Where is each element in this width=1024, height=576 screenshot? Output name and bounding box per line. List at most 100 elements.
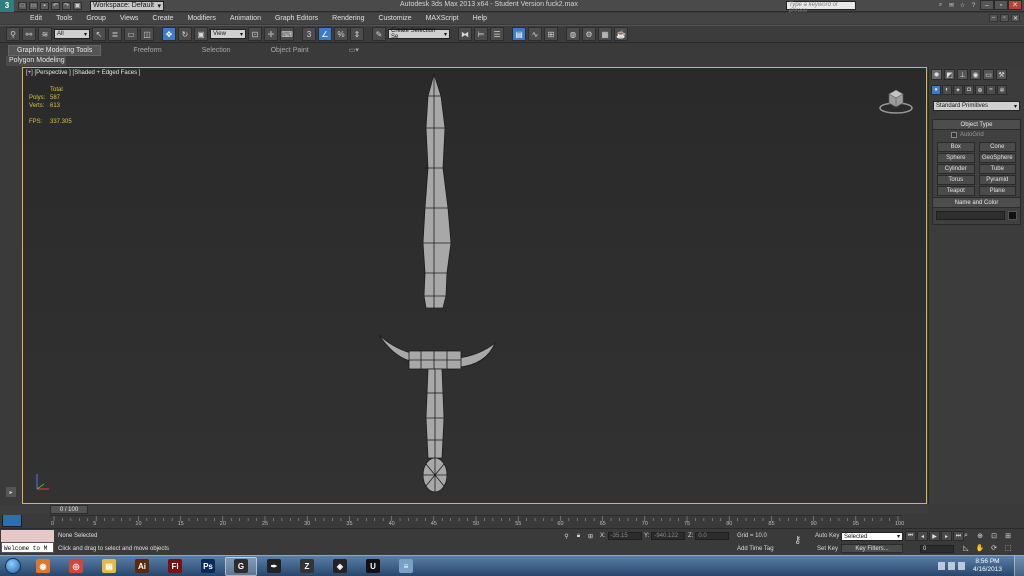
angle-snap-icon[interactable]: ∠ xyxy=(318,27,332,41)
help-icon[interactable]: ? xyxy=(969,1,978,10)
utilities-tab-icon[interactable]: ⚒ xyxy=(996,69,1007,80)
maximize-viewport-icon[interactable]: ⬚ xyxy=(1002,543,1014,553)
search-input[interactable]: Type a keyword or phrase xyxy=(786,1,856,14)
sword-model[interactable] xyxy=(23,68,927,504)
orbit-icon[interactable]: ⟳ xyxy=(988,543,1000,553)
undo-icon[interactable]: ↶ xyxy=(51,1,60,10)
tube-button[interactable]: Tube xyxy=(978,164,1016,174)
network-icon[interactable] xyxy=(948,562,955,570)
taskbar-app-button[interactable]: ≡ xyxy=(390,557,422,576)
sphere-button[interactable]: Sphere xyxy=(937,153,975,163)
pyramid-button[interactable]: Pyramid xyxy=(978,175,1016,185)
zoom-extents-all-icon[interactable]: ⊞ xyxy=(1002,531,1014,541)
unlink-icon[interactable]: ⚯ xyxy=(22,27,36,41)
named-selection-sets-dropdown[interactable]: Create Selection Se ▾ xyxy=(388,28,450,40)
menu-graph-editors[interactable]: Graph Editors xyxy=(275,15,318,22)
absolute-mode-icon[interactable]: ⊞ xyxy=(586,532,595,541)
key-filters-button[interactable]: Key Filters... xyxy=(841,544,903,553)
menu-views[interactable]: Views xyxy=(120,15,139,22)
hierarchy-tab-icon[interactable]: ⊥ xyxy=(957,69,968,80)
taskbar-app-button[interactable]: Z xyxy=(291,557,323,576)
taskbar-app-button[interactable]: G xyxy=(225,556,257,576)
cameras-icon[interactable]: ◘ xyxy=(964,85,974,95)
taskbar-app-button[interactable]: ◉ xyxy=(27,557,59,576)
doc-close-icon[interactable]: ✕ xyxy=(1011,14,1020,22)
key-icon[interactable]: ⚷ xyxy=(794,535,810,547)
select-object-icon[interactable]: ↖ xyxy=(92,27,106,41)
isolate-selection-icon[interactable]: ⚲ xyxy=(562,532,571,541)
taskbar-app-button[interactable]: ✒ xyxy=(258,557,290,576)
keyboard-shortcut-override-icon[interactable]: ⌨ xyxy=(280,27,294,41)
taskbar-app-button[interactable]: ◎ xyxy=(60,557,92,576)
menu-rendering[interactable]: Rendering xyxy=(332,15,364,22)
show-desktop-button[interactable] xyxy=(1014,556,1024,576)
minimize-icon[interactable]: – xyxy=(980,0,994,10)
doc-restore-icon[interactable]: ▫ xyxy=(1000,14,1009,22)
tab-graphite-modeling-tools[interactable]: Graphite Modeling Tools xyxy=(8,44,102,56)
motion-tab-icon[interactable]: ◉ xyxy=(970,69,981,80)
pivot-center-icon[interactable]: ⊡ xyxy=(248,27,262,41)
rendered-frame-window-icon[interactable]: ▦ xyxy=(598,27,612,41)
systems-icon[interactable]: ✲ xyxy=(997,85,1007,95)
open-file-icon[interactable]: ▭ xyxy=(29,1,38,10)
viewport-label-menu[interactable]: [+] [Perspective ] [Shaded + Edged Faces… xyxy=(26,70,140,76)
autogrid-checkbox[interactable] xyxy=(951,132,957,138)
spinner-snap-icon[interactable]: ⇕ xyxy=(350,27,364,41)
modify-tab-icon[interactable]: ◩ xyxy=(944,69,955,80)
menu-help[interactable]: Help xyxy=(473,15,487,22)
viewcube-icon[interactable] xyxy=(878,86,914,116)
curve-editor-icon[interactable]: ∿ xyxy=(528,27,542,41)
object-color-swatch[interactable] xyxy=(1008,211,1017,220)
bind-space-warp-icon[interactable]: ≋ xyxy=(38,27,52,41)
cylinder-button[interactable]: Cylinder xyxy=(937,164,975,174)
z-field[interactable]: 0.0 xyxy=(695,532,730,540)
name-and-color-title[interactable]: Name and Color xyxy=(933,198,1020,208)
object-name-field[interactable] xyxy=(936,211,1006,220)
redo-icon[interactable]: ↷ xyxy=(62,1,71,10)
expand-arrow-icon[interactable]: ▸ xyxy=(6,487,16,497)
select-manipulate-icon[interactable]: ✛ xyxy=(264,27,278,41)
ribbon-panel-polygon-modeling[interactable]: Polygon Modeling xyxy=(6,56,66,66)
taskbar-app-button[interactable]: Fl xyxy=(159,557,191,576)
menu-tools[interactable]: Tools xyxy=(56,15,72,22)
select-rotate-icon[interactable]: ↻ xyxy=(178,27,192,41)
perspective-viewport[interactable]: [+] [Perspective ] [Shaded + Edged Faces… xyxy=(22,67,927,504)
cone-button[interactable]: Cone xyxy=(978,142,1016,152)
taskbar-app-button[interactable]: U xyxy=(357,557,389,576)
teapot-button[interactable]: Teapot xyxy=(937,186,975,196)
y-field[interactable]: -940.122 xyxy=(651,532,686,540)
close-icon[interactable]: ✕ xyxy=(1008,0,1022,10)
pan-icon[interactable]: ✋ xyxy=(974,543,986,553)
next-frame-icon[interactable]: ▸ xyxy=(941,531,952,541)
edit-named-selection-icon[interactable]: ✎ xyxy=(372,27,386,41)
schematic-view-icon[interactable]: ⊞ xyxy=(544,27,558,41)
menu-modifiers[interactable]: Modifiers xyxy=(187,15,215,22)
render-setup-icon[interactable]: ⚙ xyxy=(582,27,596,41)
workspace-dropdown[interactable]: Workspace: Default ▾ xyxy=(90,0,164,11)
rectangular-selection-icon[interactable]: ▭ xyxy=(124,27,138,41)
window-crossing-icon[interactable]: ◫ xyxy=(140,27,154,41)
taskbar-app-button[interactable]: Ai xyxy=(126,557,158,576)
helpers-icon[interactable]: ⊕ xyxy=(975,85,985,95)
mirror-icon[interactable]: ⧓ xyxy=(458,27,472,41)
search-icon[interactable]: ⌕ xyxy=(936,1,945,10)
selection-lock-icon[interactable]: 🔒︎ xyxy=(574,532,583,541)
menu-maxscript[interactable]: MAXScript xyxy=(426,15,459,22)
percent-snap-icon[interactable]: % xyxy=(334,27,348,41)
menu-customize[interactable]: Customize xyxy=(378,15,411,22)
save-file-icon[interactable]: ▪ xyxy=(40,1,49,10)
layer-manager-icon[interactable]: ☰ xyxy=(490,27,504,41)
render-production-icon[interactable]: ☕ xyxy=(614,27,628,41)
zoom-icon[interactable]: ⌕ xyxy=(960,531,972,541)
taskbar-app-button[interactable]: Ps xyxy=(192,557,224,576)
time-slider-track[interactable]: 0 / 100 xyxy=(0,505,928,515)
new-file-icon[interactable]: □ xyxy=(18,1,27,10)
zoom-all-icon[interactable]: ⊕ xyxy=(974,531,986,541)
taskbar-app-button[interactable]: ◈ xyxy=(324,557,356,576)
time-slider-thumb[interactable]: 0 / 100 xyxy=(50,505,88,514)
add-time-tag[interactable]: Add Time Tag xyxy=(737,546,774,552)
torus-button[interactable]: Torus xyxy=(937,175,975,185)
project-folder-icon[interactable]: ▣ xyxy=(73,1,82,10)
favorites-icon[interactable]: ☆ xyxy=(958,1,967,10)
align-icon[interactable]: ⊨ xyxy=(474,27,488,41)
